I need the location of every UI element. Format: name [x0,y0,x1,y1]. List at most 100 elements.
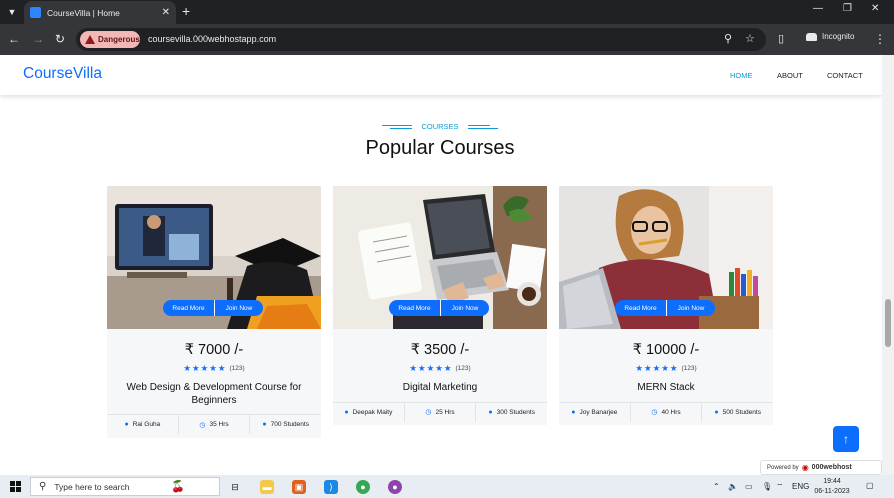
site-favicon-icon [30,7,41,18]
language-indicator[interactable]: ENG [792,482,809,491]
incognito-icon [806,32,817,41]
battery-icon[interactable]: ▭ [745,482,753,491]
forward-arrow-icon[interactable]: → [32,32,44,46]
vscode-icon[interactable]: ⟩ [324,480,338,494]
minimize-window-icon[interactable]: — [813,3,823,14]
course-instructor: ● Deepak Maity [333,403,404,422]
page-scrollbar[interactable] [882,55,894,475]
tab-search-chevron-icon[interactable]: ▼ [4,4,20,20]
dangerous-label: Dangerous [98,35,140,44]
clock-icon: ◷ [199,421,206,429]
instructor-name: Deepak Maity [352,408,393,416]
course-rating: ★★★★★ (123) [333,362,547,374]
rating-count: (123) [455,364,471,372]
scrollbar-thumb[interactable] [885,299,891,347]
card-action-buttons: Read More Join Now [615,300,715,316]
user-icon: ● [571,408,576,416]
powered-by-label: Powered by [767,464,799,471]
restore-window-icon[interactable]: ❐ [843,3,852,14]
taskbar-clock[interactable]: 19:44 06-11-2023 [814,477,850,497]
read-more-button[interactable]: Read More [389,300,441,316]
user-icon: ● [344,408,349,416]
course-duration: ◷ 40 Hrs [629,402,702,422]
rating-stars-icon: ★★★★★ [635,362,679,373]
incognito-label: Incognito [822,32,855,41]
back-to-top-button[interactable]: ↑ [833,426,859,452]
join-now-button[interactable]: Join Now [667,300,715,316]
section-subtitle: COURSES [421,122,459,131]
user-icon: ● [124,421,129,428]
rating-count: (123) [681,364,697,372]
duration-text: 40 Hrs [661,408,681,416]
powered-by-name: 000webhost [811,464,852,471]
course-price: ₹ 10000 /- [632,342,700,358]
new-tab-button[interactable]: + [182,3,190,19]
duration-text: 25 Hrs [435,408,455,416]
address-bar[interactable]: Dangerous coursevilla.000webhostapp.com … [76,28,766,51]
search-highlight-icon: 🍒 [171,481,185,493]
tray-chevron-icon[interactable]: ⌃ [713,482,720,491]
course-duration: ◷ 35 Hrs [177,415,250,434]
chrome-icon[interactable]: ● [356,480,370,494]
course-students: ● 300 Students [475,402,547,422]
course-meta: ● Joy Banarjee ◷ 40 Hrs ● 500 Students [559,401,773,422]
read-more-button[interactable]: Read More [163,300,215,316]
course-image-graduation: Read More Join Now [107,186,321,329]
course-meta: ● Rai Guha ◷ 35 Hrs ● 700 Students [107,414,321,434]
chrome-incognito-icon[interactable]: ● [388,480,402,494]
course-rating: ★★★★★ (123) [107,362,321,374]
read-more-button[interactable]: Read More [615,300,667,316]
microphone-icon[interactable]: 🎙 [762,482,772,491]
url-text[interactable]: coursevilla.000webhostapp.com [148,34,276,44]
join-now-button[interactable]: Join Now [215,300,263,316]
section-title: Popular Courses [365,137,515,159]
site-navbar: CourseVilla HOME ABOUT CONTACT [0,55,882,95]
windows-start-icon[interactable] [10,481,21,492]
close-window-icon[interactable]: ✕ [871,3,879,14]
wifi-icon[interactable]: ⌔ [776,482,784,492]
course-students: ● 700 Students [249,415,321,434]
search-icon: ⚲ [39,481,47,492]
powered-by-badge[interactable]: Powered by ◉ 000webhost [760,460,882,475]
000webhost-logo-icon: ◉ [801,463,809,472]
clock-icon: ◷ [425,409,432,416]
course-card: Read More Join Now ₹ 3500 /- ★★★★★ (123)… [333,186,547,425]
file-explorer-icon[interactable]: ▬ [260,480,274,494]
speaker-icon[interactable]: 🔈 [728,482,738,491]
instructor-name: Joy Banarjee [579,408,618,416]
browser-menu-kebab-icon[interactable]: ⋮ [874,32,886,46]
dangerous-site-badge[interactable]: Dangerous [80,31,140,48]
taskbar-search-box[interactable]: ⚲ Type here to search 🍒 [30,477,220,496]
join-now-button[interactable]: Join Now [441,300,489,316]
reload-icon[interactable]: ↻ [55,32,65,46]
course-name: MERN Stack [637,382,695,393]
card-action-buttons: Read More Join Now [163,300,263,316]
students-icon: ● [714,408,719,416]
clock-time: 19:44 [823,478,841,485]
incognito-indicator[interactable]: Incognito [806,32,854,41]
browser-tab[interactable]: CourseVilla | Home ✕ [24,1,176,24]
nav-contact-link[interactable]: CONTACT [827,71,863,80]
back-arrow-icon[interactable]: ← [8,32,20,46]
students-text: 300 Students [496,408,535,416]
course-name: Digital Marketing [402,382,478,393]
course-instructor: ● Rai Guha [107,415,178,434]
duration-text: 35 Hrs [209,421,229,428]
course-instructor: ● Joy Banarjee [559,403,630,422]
bookmark-star-icon[interactable]: ☆ [745,32,755,45]
nav-about-link[interactable]: ABOUT [777,71,803,80]
rating-stars-icon: ★★★★★ [183,362,227,373]
notification-icon[interactable]: ▢ [866,481,874,490]
students-icon: ● [262,421,267,428]
close-tab-icon[interactable]: ✕ [162,7,170,18]
sublime-app-icon[interactable]: ▣ [292,480,306,494]
side-panel-icon[interactable]: ▯ [778,32,784,46]
task-view-icon[interactable]: ⊟ [228,480,242,494]
clock-icon: ◷ [651,409,658,416]
course-image-laptop: Read More Join Now [333,186,547,329]
warning-triangle-icon [85,35,95,44]
zoom-magnifier-icon[interactable]: ⚲ [724,32,732,45]
instructor-name: Rai Guha [132,421,161,428]
brand-logo[interactable]: CourseVilla [23,65,102,83]
nav-home-link[interactable]: HOME [730,71,753,80]
